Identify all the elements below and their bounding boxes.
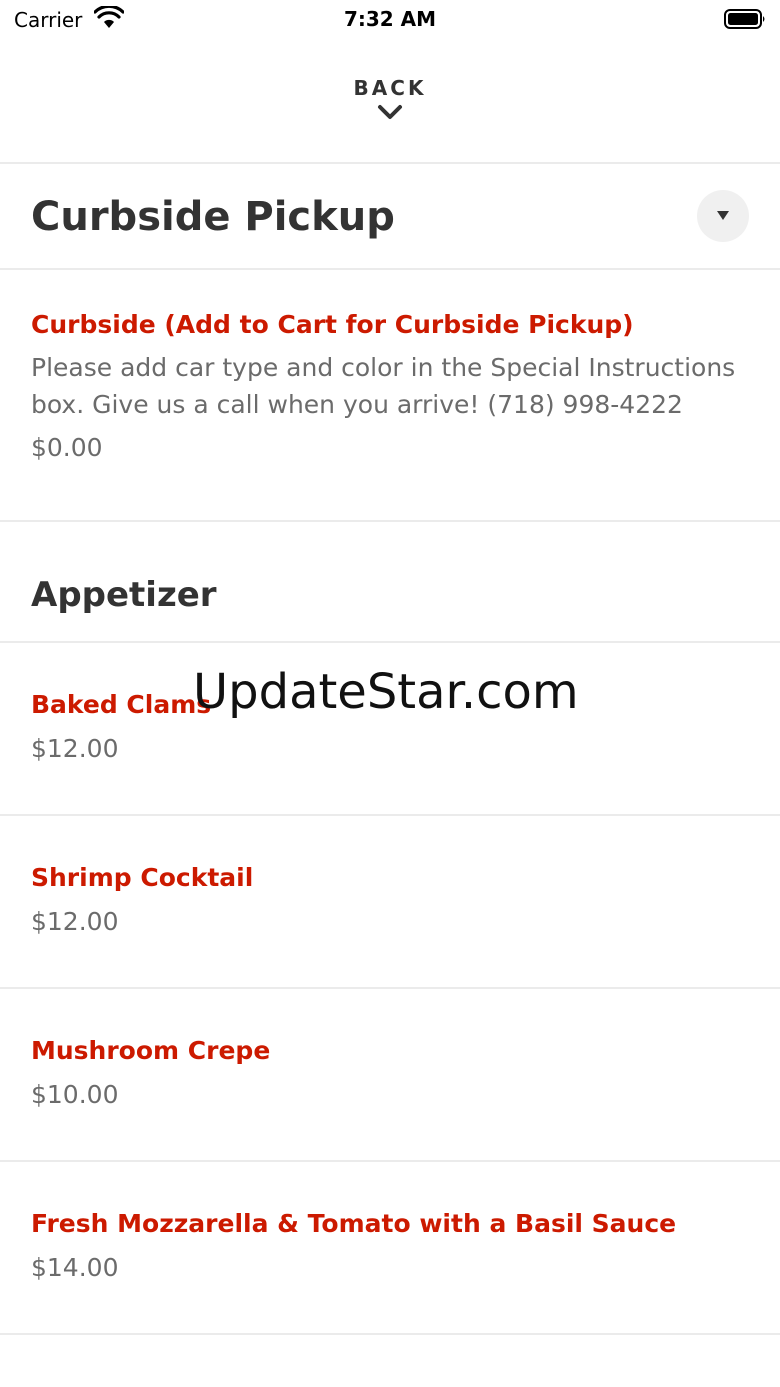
item-name: Fresh Mozzarella & Tomato with a Basil S…: [31, 1209, 677, 1238]
menu-item-shrimp-cocktail[interactable]: Shrimp Cocktail $12.00: [31, 863, 751, 936]
back-button[interactable]: BACK: [0, 76, 780, 138]
item-price: $14.00: [31, 1253, 119, 1282]
divider: [0, 641, 780, 643]
item-price: $0.00: [31, 433, 103, 462]
menu-item-fresh-mozzarella[interactable]: Fresh Mozzarella & Tomato with a Basil S…: [31, 1209, 751, 1282]
caret-down-icon: [717, 211, 729, 220]
menu-item-mushroom-crepe[interactable]: Mushroom Crepe $10.00: [31, 1036, 751, 1109]
divider: [0, 814, 780, 816]
section-collapse-button[interactable]: [697, 190, 749, 242]
item-name: Curbside (Add to Cart for Curbside Picku…: [31, 310, 634, 339]
divider: [0, 520, 780, 522]
menu-item-curbside[interactable]: Curbside (Add to Cart for Curbside Picku…: [31, 310, 751, 462]
item-description: Please add car type and color in the Spe…: [31, 353, 736, 419]
divider: [0, 162, 780, 164]
back-label: BACK: [353, 76, 427, 100]
item-name: Shrimp Cocktail: [31, 863, 254, 892]
chevron-down-icon: [378, 105, 402, 119]
clock: 7:32 AM: [343, 7, 437, 31]
section-title-appetizer: Appetizer: [31, 575, 217, 615]
item-name: Mushroom Crepe: [31, 1036, 271, 1065]
item-price: $12.00: [31, 907, 119, 936]
watermark: UpdateStar.com: [193, 664, 579, 720]
divider: [0, 1160, 780, 1162]
divider: [0, 987, 780, 989]
divider: [0, 268, 780, 270]
status-bar: Carrier 7:32 AM: [0, 0, 780, 40]
item-price: $12.00: [31, 734, 119, 763]
divider: [0, 1333, 780, 1335]
item-price: $10.00: [31, 1080, 119, 1109]
battery-icon: [724, 9, 765, 29]
section-title-curbside: Curbside Pickup: [31, 194, 395, 240]
